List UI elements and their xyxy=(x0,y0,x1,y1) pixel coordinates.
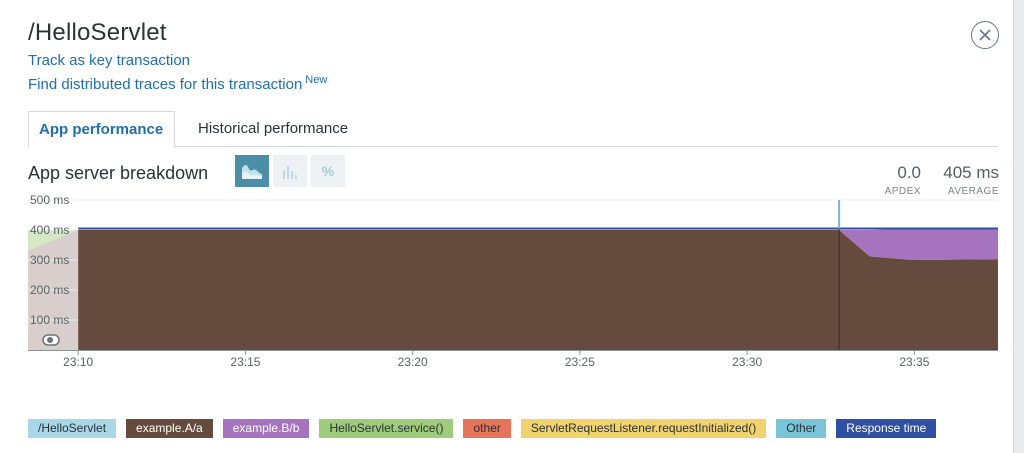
x-tick-label: 23:20 xyxy=(398,355,428,369)
legend-item[interactable]: example.A/a xyxy=(126,419,213,438)
page-title: /HelloServlet xyxy=(28,19,167,46)
new-badge: New xyxy=(305,74,328,86)
legend-item[interactable]: ServletRequestListener.requestInitialize… xyxy=(520,419,767,438)
y-tick-label: 400 ms xyxy=(30,223,69,237)
legend-item[interactable]: other xyxy=(463,419,511,438)
chart-legend: /HelloServlet example.A/a example.B/b Hello… xyxy=(28,419,937,438)
y-tick-label: 500 ms xyxy=(30,193,69,207)
tab-historical-performance[interactable]: Historical performance xyxy=(188,111,358,147)
x-tick-label: 23:15 xyxy=(230,355,260,369)
legend-item[interactable]: Response time xyxy=(836,419,937,438)
average-value: 405 ms xyxy=(943,163,999,182)
tab-bar: App performance Historical performance xyxy=(28,111,998,148)
toggle-icon[interactable] xyxy=(42,334,60,346)
close-button[interactable] xyxy=(971,21,999,49)
distributed-traces-link[interactable]: Find distributed traces for this transac… xyxy=(28,74,327,93)
transaction-panel: /HelloServlet Track as key transaction F… xyxy=(0,0,1014,453)
x-tick-label: 23:30 xyxy=(732,355,762,369)
area-view-button[interactable] xyxy=(235,155,269,187)
histogram-icon xyxy=(283,166,297,179)
y-tick-label: 200 ms xyxy=(30,283,69,297)
x-tick-label: 23:25 xyxy=(565,355,595,369)
apdex-value: 0.0 xyxy=(897,163,921,182)
y-tick-label: 300 ms xyxy=(30,253,69,267)
legend-item[interactable]: Other xyxy=(776,419,827,438)
percent-view-button[interactable]: % xyxy=(311,155,345,187)
breakdown-chart: 500 ms 400 ms 300 ms 200 ms 100 ms 23:10 23:15… xyxy=(28,193,998,369)
x-tick-label: 23:35 xyxy=(899,355,929,369)
legend-item[interactable]: HelloServlet.service() xyxy=(319,419,454,438)
tab-app-performance[interactable]: App performance xyxy=(28,111,175,148)
track-key-transaction-link[interactable]: Track as key transaction xyxy=(28,52,190,69)
close-icon xyxy=(979,29,991,41)
x-tick-label: 23:10 xyxy=(63,355,93,369)
legend-item[interactable]: example.B/b xyxy=(222,419,310,438)
area-chart-icon xyxy=(242,165,262,179)
histogram-view-button[interactable] xyxy=(273,155,307,187)
legend-item[interactable]: /HelloServlet xyxy=(28,419,117,438)
breakdown-title: App server breakdown xyxy=(28,163,209,183)
y-tick-label: 100 ms xyxy=(30,313,69,327)
distributed-traces-label: Find distributed traces for this transac… xyxy=(28,76,303,93)
